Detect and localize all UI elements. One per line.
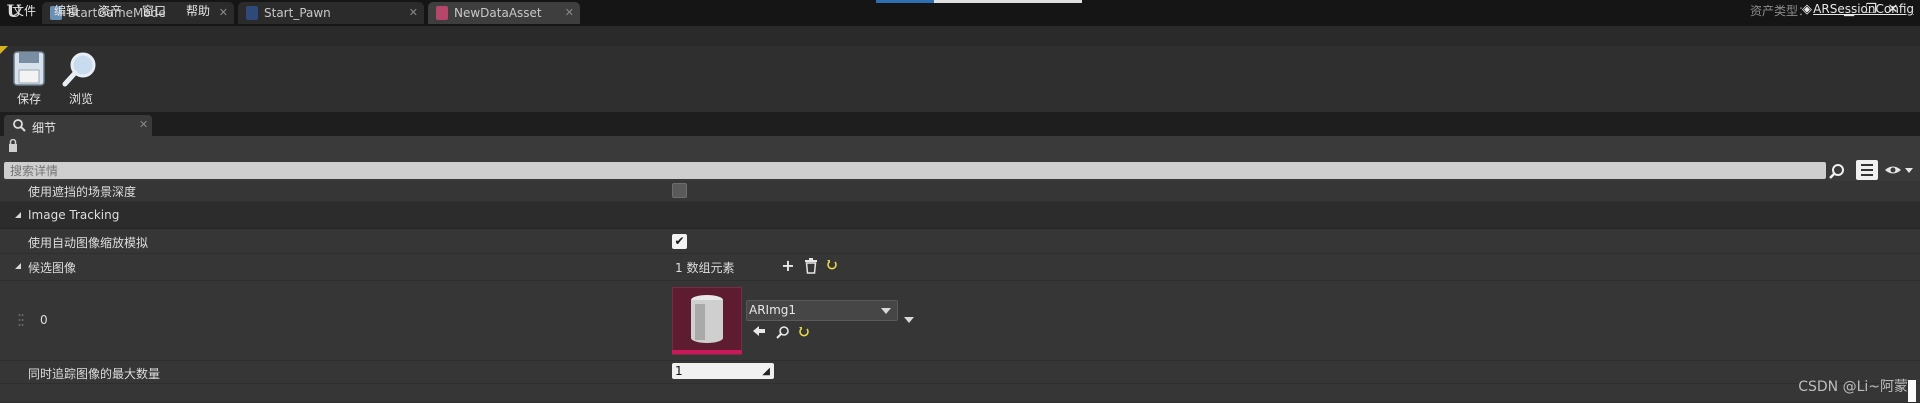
reset-to-default-icon[interactable] (826, 259, 838, 271)
occlusion-label: 使用遮挡的场景深度 (28, 185, 137, 199)
max-images-value: 1 (675, 364, 683, 378)
collapse-arrow-icon[interactable] (15, 212, 21, 218)
add-element-plus-icon[interactable]: + (780, 258, 796, 274)
property-row-occlusion: 使用遮挡的场景深度 (0, 181, 1920, 202)
asset-type-link[interactable]: ARSessionConfig (1813, 2, 1914, 16)
image-tracking-category-label: Image Tracking (28, 208, 120, 222)
grid-list-icon (1861, 164, 1873, 176)
browse-label: 浏览 (68, 92, 93, 106)
details-lock-row (0, 136, 1920, 160)
close-icon[interactable]: ✕ (409, 6, 418, 19)
element-options-chevron-down-icon[interactable] (904, 317, 914, 323)
close-icon[interactable]: ✕ (139, 118, 148, 131)
details-magnifier-icon (13, 119, 26, 132)
drag-handle-icon[interactable] (18, 313, 24, 327)
asset-picker-value: ARImg1 (749, 303, 797, 317)
menu-asset[interactable]: 资产 (98, 2, 122, 19)
menu-window[interactable]: 窗口 (142, 2, 166, 19)
browse-asset-search-icon[interactable] (776, 325, 790, 339)
array-count-label: 1 数组元素 (675, 261, 735, 275)
auto-scale-checkbox[interactable]: ✔ (672, 234, 687, 249)
browse-button[interactable]: 浏览 (60, 50, 102, 108)
search-input[interactable] (10, 163, 1790, 178)
property-matrix-button[interactable] (1856, 160, 1878, 180)
lock-icon[interactable] (8, 139, 18, 153)
data-asset-icon (436, 6, 448, 20)
toolbar-corner-marker (0, 46, 8, 54)
property-row-candidate-images: 候选图像 (0, 254, 1920, 281)
max-images-label: 同时追踪图像的最大数量 (28, 367, 161, 381)
asset-type-label: 资产类型： (1749, 4, 1810, 18)
property-row-max-images: 同时追踪图像的最大数量 (0, 361, 1920, 384)
category-image-tracking[interactable]: Image Tracking (0, 202, 1920, 229)
use-selected-arrow-icon[interactable] (752, 325, 766, 337)
element-index-label: 0 (40, 313, 48, 327)
title-accent-bar-blue (876, 0, 934, 3)
asset-picker-combo[interactable]: ARImg1 (746, 300, 898, 321)
view-options-eye-icon[interactable] (1884, 163, 1916, 177)
tab-new-data-asset[interactable]: NewDataAsset ✕ (428, 2, 580, 24)
property-row-auto-scale: 使用自动图像缩放模拟 (0, 229, 1920, 254)
tab-label: Start_Pawn (264, 6, 331, 20)
checkmark-icon: ✔ (674, 234, 685, 248)
menu-help[interactable]: 帮助 (186, 2, 210, 19)
array-element-row: 0 (0, 281, 1920, 361)
close-icon[interactable]: ✕ (565, 6, 574, 19)
auto-scale-label: 使用自动图像缩放模拟 (28, 236, 149, 250)
details-tab-label: 细节 (32, 121, 57, 135)
panel-tab-bar (0, 112, 1920, 136)
search-icon[interactable] (1829, 163, 1845, 179)
tab-start-pawn[interactable]: Start_Pawn ✕ (238, 2, 424, 24)
asset-type-color-bar (672, 350, 742, 354)
asset-thumbnail[interactable] (672, 287, 742, 355)
chevron-down-icon (881, 308, 891, 314)
close-icon[interactable]: ✕ (219, 6, 228, 19)
save-icon (13, 51, 45, 86)
watermark-text: CSDN @Li~阿蒙 (1798, 379, 1908, 395)
property-row-partial (0, 384, 1920, 403)
delete-all-trash-icon[interactable] (804, 258, 818, 274)
corner-highlight (1908, 380, 1916, 402)
reset-to-default-icon[interactable] (798, 326, 810, 338)
save-label: 保存 (16, 92, 41, 106)
tab-details[interactable] (4, 115, 152, 136)
save-button[interactable]: 保存 (8, 50, 50, 108)
menu-edit[interactable]: 编辑 (54, 2, 78, 19)
max-images-number-field[interactable]: 1 ◢ (672, 363, 774, 379)
search-box[interactable] (4, 162, 1826, 179)
menu-file[interactable]: 文件 (12, 2, 36, 19)
pawn-icon (246, 6, 258, 20)
menu-bar (0, 26, 1920, 46)
occlusion-checkbox[interactable] (672, 183, 687, 198)
toolbar (0, 46, 1920, 112)
collapse-arrow-icon[interactable] (15, 263, 21, 269)
spin-resize-icon[interactable]: ◢ (762, 366, 770, 377)
tab-label: NewDataAsset (454, 6, 542, 20)
texture-asset-icon (691, 295, 723, 343)
browse-magnifier-icon (62, 52, 96, 87)
candidate-images-label: 候选图像 (28, 261, 77, 275)
